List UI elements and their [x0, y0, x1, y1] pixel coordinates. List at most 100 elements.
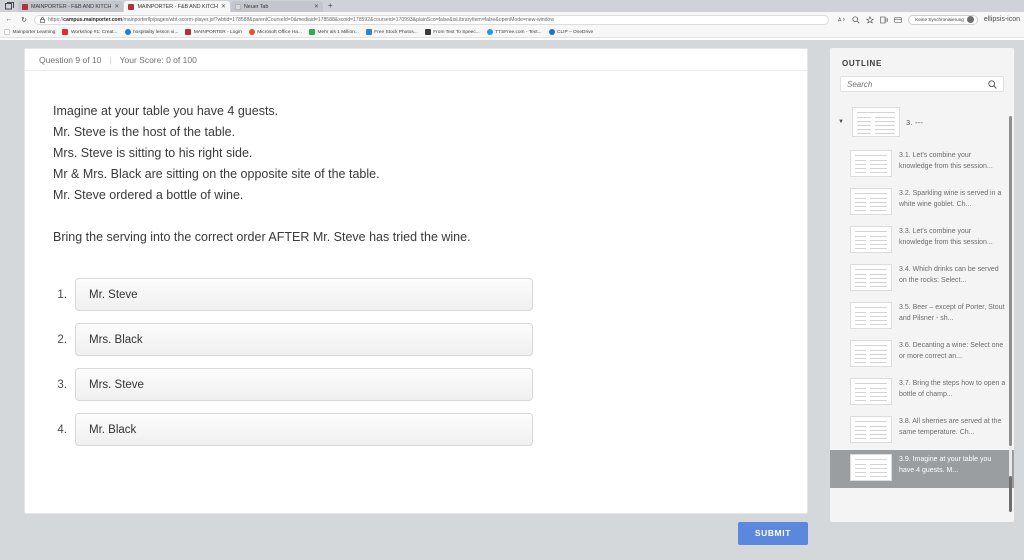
prompt-line: Imagine at your table you have 4 guests.	[53, 104, 279, 118]
read-aloud-icon[interactable]: A	[838, 16, 846, 23]
slide-thumbnail	[850, 378, 892, 405]
ellipsis-icon[interactable]: ellipsis-icon	[984, 16, 1020, 23]
bookmark-favicon	[548, 29, 555, 35]
quiz-content-area: Question 9 of 10 | Your Score: 0 of 100 …	[0, 40, 820, 560]
mainporter-favicon	[128, 3, 135, 10]
answer-row: 2. Mrs. Black	[53, 323, 779, 356]
browser-tab[interactable]: Neuer Tab ✕	[230, 1, 323, 12]
bookmark-item[interactable]: Mainporter Learning	[4, 29, 55, 35]
ordering-answer-list: 1. Mr. Steve 2. Mrs. Black 3. Mrs. Steve	[53, 278, 779, 446]
slide-thumbnail	[850, 226, 892, 253]
mainporter-favicon	[22, 3, 28, 10]
tab-strip: MAINPORTER - F&B AND KITCH ✕ MAINPORTER …	[0, 0, 1024, 12]
bookmark-label: Workshop #1: Creat...	[70, 29, 118, 35]
slide-thumbnail	[850, 188, 892, 215]
answer-row: 1. Mr. Steve	[53, 278, 779, 311]
outline-item-label: 3.5. Beer – except of Porter, Stout and …	[899, 304, 1005, 322]
collections-icon[interactable]	[880, 16, 888, 24]
outline-item[interactable]: 3.2. Sparkling wine is served in a white…	[830, 184, 1014, 222]
submit-row: SUBMIT	[24, 522, 808, 545]
slide-thumbnail	[850, 340, 892, 367]
profile-button[interactable]: Keine Synchronisierung	[908, 14, 978, 25]
header-separator: |	[109, 54, 112, 65]
outline-list[interactable]: ▼ 3. --- 3.1. Let's combine your knowled…	[830, 98, 1014, 522]
outline-item[interactable]: 3.6. Decanting a wine: Select one or mor…	[830, 336, 1014, 374]
outline-item-label: 3.4. Which drinks can be served on the r…	[899, 266, 999, 284]
outline-column: OUTLINE ▼	[820, 40, 1024, 560]
bookmark-item[interactable]: Workshop #1: Creat...	[62, 29, 118, 35]
outline-item[interactable]: 3.3. Let's combine your knowledge from t…	[830, 222, 1014, 260]
favorites-star-icon[interactable]	[866, 15, 875, 24]
outline-item[interactable]: 3.5. Beer – except of Porter, Stout and …	[830, 298, 1014, 336]
bookmark-item[interactable]: From Text To Speec...	[424, 29, 480, 35]
answer-option[interactable]: Mr. Black	[75, 413, 533, 446]
zoom-icon[interactable]	[852, 15, 860, 24]
answer-row: 4. Mr. Black	[53, 413, 779, 446]
bookmark-item[interactable]: MAINPORTER - Login	[185, 29, 242, 35]
browser-toolbar: ← ↻ https://campus.mainporter.com/mainpo…	[0, 12, 1024, 27]
browser-window: MAINPORTER - F&B AND KITCH ✕ MAINPORTER …	[0, 0, 1024, 560]
outline-item-label: 3.1. Let's combine your knowledge from t…	[899, 152, 993, 170]
address-bar-url: https://campus.mainporter.com/mainporter…	[48, 16, 554, 23]
tab-title: MAINPORTER - F&B AND KITCH	[31, 3, 112, 10]
outline-item-label: 3.3. Let's combine your knowledge from t…	[899, 228, 993, 246]
outline-scrollbar[interactable]	[1009, 116, 1012, 512]
browser-tab-active[interactable]: MAINPORTER - F&B AND KITCH ✕	[124, 1, 230, 12]
bookmark-item[interactable]: CLIP – OneDrive	[548, 29, 593, 35]
answer-number: 3.	[57, 378, 67, 391]
close-icon[interactable]: ✕	[221, 4, 226, 10]
close-icon[interactable]: ✕	[114, 4, 119, 10]
answer-number: 1.	[57, 288, 67, 301]
chevron-down-icon[interactable]: ▼	[836, 117, 846, 127]
outline-root-label: 3. ---	[906, 117, 924, 127]
outline-item-label: 3.7. Bring the steps how to open a bottl…	[899, 380, 1006, 398]
bookmark-favicon	[248, 29, 255, 35]
bookmark-label: Mehr als 1 Million...	[317, 29, 359, 35]
answer-option[interactable]: Mr. Steve	[75, 278, 533, 311]
bookmark-item[interactable]: Mehr als 1 Million...	[308, 29, 359, 35]
outline-search[interactable]	[840, 76, 1004, 92]
outline-panel: OUTLINE ▼	[830, 48, 1014, 522]
answer-option[interactable]: Mrs. Black	[75, 323, 533, 356]
outline-item[interactable]: 3.7. Bring the steps how to open a bottl…	[830, 374, 1014, 412]
outline-item[interactable]: 3.1. Let's combine your knowledge from t…	[830, 146, 1014, 184]
lock-icon	[40, 16, 45, 23]
outline-root-item[interactable]: ▼ 3. ---	[830, 98, 1014, 146]
answer-option[interactable]: Mrs. Steve	[75, 368, 533, 401]
bookmark-item[interactable]: hospitality lesson vi...	[124, 29, 179, 35]
bookmark-item[interactable]: TTSFree.com - Text...	[486, 29, 542, 35]
bookmark-favicon	[424, 29, 431, 35]
bookmarks-bar: Mainporter Learning Workshop #1: Creat..…	[0, 27, 1024, 38]
quiz-header: Question 9 of 10 | Your Score: 0 of 100	[25, 49, 807, 71]
new-tab-button[interactable]: +	[324, 2, 337, 11]
bookmark-favicon	[62, 29, 69, 35]
browser-tab[interactable]: MAINPORTER - F&B AND KITCH ✕	[18, 1, 124, 12]
search-input[interactable]	[847, 79, 988, 89]
bookmark-favicon	[124, 29, 131, 35]
slide-thumbnail	[850, 302, 892, 329]
outline-item-active[interactable]: 3.9. Imagine at your table you have 4 gu…	[830, 450, 1014, 488]
toolbar-icon-group: A Keine Synchronisierung ellipsis-icon	[834, 14, 1020, 25]
outline-scrollbar-thumb-bottom[interactable]	[1009, 476, 1012, 512]
bookmark-label: hospitality lesson vi...	[133, 29, 179, 35]
outline-item-label: 3.8. All sherries are served at the same…	[899, 418, 1002, 436]
profile-label: Keine Synchronisierung	[915, 17, 964, 22]
score-label: Your Score: 0 of 100	[119, 54, 197, 65]
outline-item[interactable]: 3.8. All sherries are served at the same…	[830, 412, 1014, 450]
window-restore-icon[interactable]	[4, 1, 15, 11]
outline-scrollbar-thumb[interactable]	[1009, 116, 1012, 446]
back-icon[interactable]: ←	[4, 15, 14, 25]
address-bar[interactable]: https://campus.mainporter.com/mainporter…	[34, 14, 830, 25]
bookmark-item[interactable]: Microsoft Office Ha...	[248, 29, 302, 35]
slide-thumbnail	[850, 150, 892, 177]
bookmark-label: TTSFree.com - Text...	[495, 29, 542, 35]
reload-icon[interactable]: ↻	[19, 15, 29, 25]
bookmark-favicon	[486, 29, 493, 35]
close-icon[interactable]: ✕	[314, 4, 319, 10]
bookmark-item[interactable]: Free Stock Photos...	[365, 29, 418, 35]
outline-item[interactable]: 3.4. Which drinks can be served on the r…	[830, 260, 1014, 298]
submit-button[interactable]: SUBMIT	[737, 522, 808, 545]
answer-row: 3. Mrs. Steve	[53, 368, 779, 401]
search-icon[interactable]	[988, 79, 997, 89]
browser-essentials-icon[interactable]	[894, 16, 903, 24]
